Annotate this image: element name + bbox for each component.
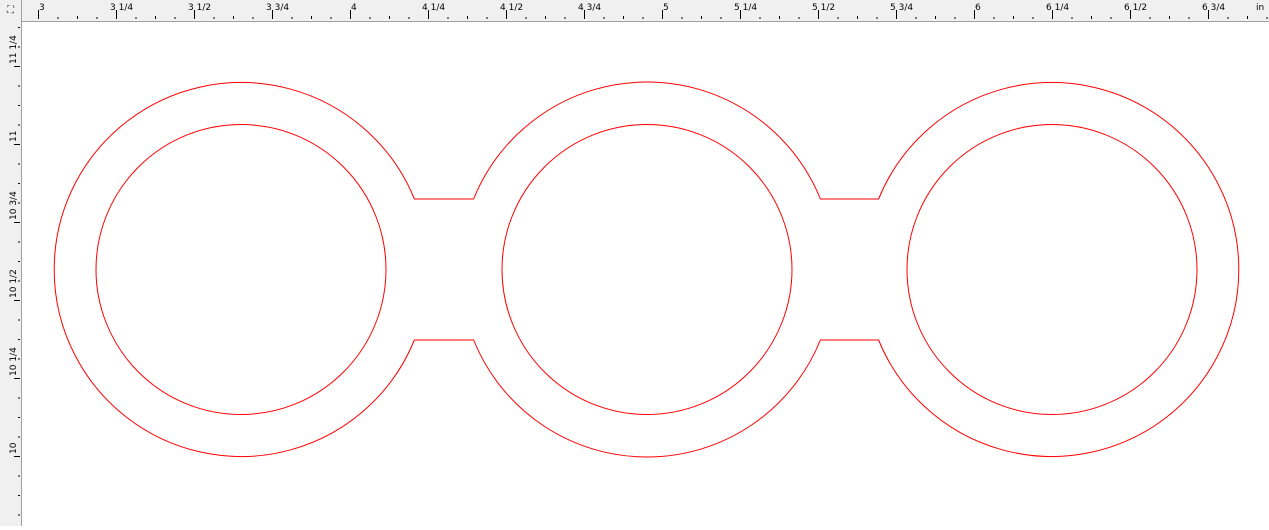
inner-circle-1[interactable] xyxy=(95,124,387,415)
inner-circle-3[interactable] xyxy=(906,124,1198,415)
outer-outline[interactable] xyxy=(53,81,1240,458)
drawing-canvas[interactable] xyxy=(0,0,1269,526)
ruler-origin-icon[interactable]: ⛶ xyxy=(0,0,21,21)
inner-circle-2[interactable] xyxy=(501,124,793,415)
